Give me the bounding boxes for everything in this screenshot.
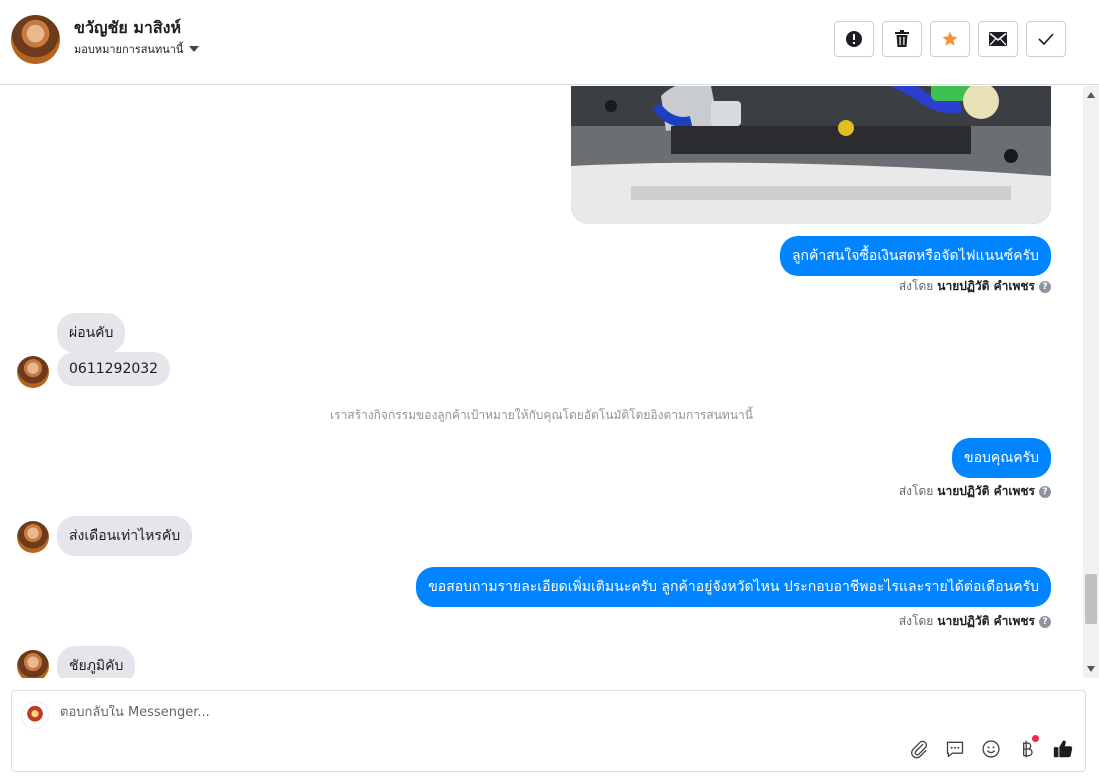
baht-icon bbox=[1023, 740, 1033, 758]
outgoing-message[interactable]: ลูกค้าสนใจซื้อเงินสดหรือจัดไฟแนนซ์ครับ bbox=[779, 236, 1051, 276]
incoming-message[interactable]: 0611292032 bbox=[57, 352, 171, 386]
contact-avatar-small[interactable] bbox=[17, 521, 49, 553]
incoming-message[interactable]: ผ่อนคับ bbox=[57, 313, 126, 353]
header-actions bbox=[834, 21, 1066, 57]
assign-label: มอบหมายการสนทนานี้ bbox=[74, 43, 184, 56]
sent-by-name: นายปฏิวัติ คำเพชร bbox=[937, 279, 1035, 293]
like-button[interactable] bbox=[1051, 737, 1075, 761]
sent-by-prefix: ส่งโดย bbox=[898, 614, 934, 628]
page-avatar bbox=[21, 701, 49, 729]
sent-by-prefix: ส่งโดย bbox=[898, 279, 934, 293]
caret-down-icon bbox=[189, 46, 200, 52]
system-note: เราสร้างกิจกรรมของลูกค้าเป้าหมายให้กับคุ… bbox=[330, 408, 753, 422]
reply-input[interactable] bbox=[60, 705, 960, 720]
sent-by-label: ส่งโดย นายปฏิวัติ คำเพชร ? bbox=[899, 612, 1051, 631]
chat-bubble-icon bbox=[946, 741, 964, 758]
mark-done-button[interactable] bbox=[1026, 21, 1066, 57]
engine-photo-attachment[interactable] bbox=[571, 86, 1051, 224]
assign-conversation-dropdown[interactable]: มอบหมายการสนทนานี้ bbox=[74, 40, 200, 58]
smiley-icon bbox=[982, 740, 1000, 758]
help-icon[interactable]: ? bbox=[1039, 615, 1051, 628]
payment-button[interactable] bbox=[1015, 735, 1039, 761]
delete-button[interactable] bbox=[882, 21, 922, 57]
sent-by-name: นายปฏิวัติ คำเพชร bbox=[937, 614, 1035, 628]
star-icon bbox=[942, 31, 958, 46]
saved-replies-button[interactable] bbox=[943, 737, 967, 761]
attach-button[interactable] bbox=[907, 737, 931, 761]
mark-unread-button[interactable] bbox=[978, 21, 1018, 57]
exclamation-icon bbox=[846, 31, 862, 47]
help-icon[interactable]: ? bbox=[1039, 485, 1051, 498]
thread-scrollbar[interactable] bbox=[1083, 86, 1099, 678]
outgoing-message[interactable]: ขอสอบถามรายละเอียดเพิ่มเติมนะครับ ลูกค้า… bbox=[416, 567, 1051, 607]
sent-by-prefix: ส่งโดย bbox=[898, 484, 934, 498]
envelope-icon bbox=[989, 32, 1007, 46]
scroll-down-arrow[interactable] bbox=[1087, 666, 1095, 672]
help-icon[interactable]: ? bbox=[1039, 280, 1051, 293]
contact-avatar-small[interactable] bbox=[17, 650, 49, 678]
contact-avatar-small[interactable] bbox=[17, 356, 49, 388]
incoming-message[interactable]: ส่งเดือนเท่าไหรคับ bbox=[57, 516, 193, 556]
composer-tools bbox=[907, 735, 1075, 761]
sent-by-label: ส่งโดย นายปฏิวัติ คำเพชร ? bbox=[899, 482, 1051, 501]
paperclip-icon bbox=[911, 740, 928, 759]
contact-avatar[interactable] bbox=[11, 15, 60, 64]
incoming-message[interactable]: ชัยภูมิคับ bbox=[57, 646, 136, 678]
trash-icon bbox=[895, 30, 909, 47]
check-icon bbox=[1038, 33, 1054, 45]
contact-name[interactable]: ขวัญชัย มาสิงห์ bbox=[74, 16, 181, 41]
message-thread[interactable]: ลูกค้าสนใจซื้อเงินสดหรือจัดไฟแนนซ์ครับ ส… bbox=[0, 86, 1083, 678]
conversation-header: ขวัญชัย มาสิงห์ มอบหมายการสนทนานี้ bbox=[0, 0, 1099, 85]
scroll-thumb[interactable] bbox=[1085, 574, 1097, 624]
sent-by-name: นายปฏิวัติ คำเพชร bbox=[937, 484, 1035, 498]
emoji-button[interactable] bbox=[979, 737, 1003, 761]
reply-composer bbox=[11, 690, 1086, 772]
notification-dot bbox=[1032, 735, 1039, 742]
scroll-up-arrow[interactable] bbox=[1087, 92, 1095, 98]
star-button[interactable] bbox=[930, 21, 970, 57]
thumbs-up-icon bbox=[1053, 740, 1073, 758]
mark-spam-button[interactable] bbox=[834, 21, 874, 57]
outgoing-message[interactable]: ขอบคุณครับ bbox=[952, 438, 1051, 478]
sent-by-label: ส่งโดย นายปฏิวัติ คำเพชร ? bbox=[899, 277, 1051, 296]
